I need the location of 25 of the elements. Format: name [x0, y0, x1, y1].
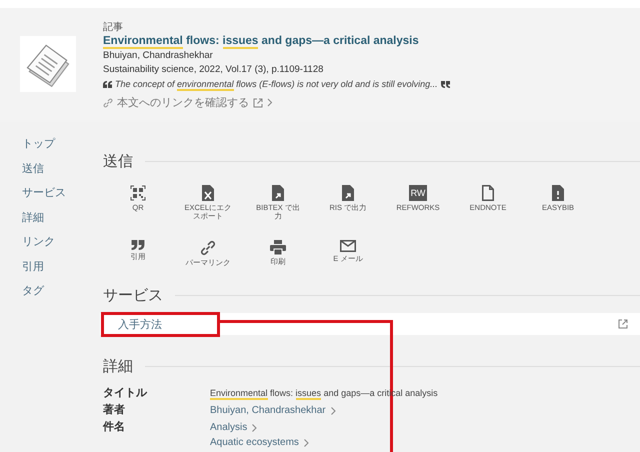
- record-title-link[interactable]: Environmental flows: issues and gaps—a critical analysis: [103, 34, 450, 49]
- sidebar-link[interactable]: タグ: [22, 279, 83, 304]
- record-author: Bhuiyan, Chandrashekhar: [103, 49, 214, 63]
- detail-link[interactable]: Bhuiyan, Chandrashekhar: [210, 403, 326, 418]
- sidebar-link[interactable]: サービス: [22, 181, 83, 206]
- section-heading: 詳細: [103, 357, 133, 376]
- detail-label: タイトル: [103, 386, 148, 401]
- sidebar-link[interactable]: トップ: [22, 132, 83, 156]
- record-type: 記事: [103, 22, 124, 34]
- section-heading: サービス: [103, 286, 163, 305]
- service-row[interactable]: 入手方法: [100, 313, 640, 335]
- detail-label: 著者: [103, 403, 126, 418]
- fulltext-link[interactable]: 本文へのリンクを確認する: [117, 95, 249, 110]
- sidebar-link[interactable]: 引用: [22, 254, 83, 279]
- abstract-snippet: The concept of environmental flows (E-flows) is not very old and is still evolving...: [115, 78, 438, 92]
- service-link[interactable]: 入手方法: [118, 316, 162, 332]
- section-heading: 送信: [103, 152, 133, 171]
- detail-label: 件名: [103, 420, 126, 435]
- sidebar-link[interactable]: 送信: [22, 156, 83, 181]
- refworks-badge-icon: RW: [409, 185, 427, 201]
- record-source: Sustainability science, 2022, Vol.17 (3), p.1109-1128: [103, 63, 324, 77]
- detail-link[interactable]: Analysis: [210, 420, 248, 435]
- sidebar-link[interactable]: 詳細: [22, 206, 83, 230]
- sidebar-link[interactable]: リンク: [22, 230, 83, 254]
- detail-link[interactable]: Aquatic ecosystems: [210, 435, 299, 450]
